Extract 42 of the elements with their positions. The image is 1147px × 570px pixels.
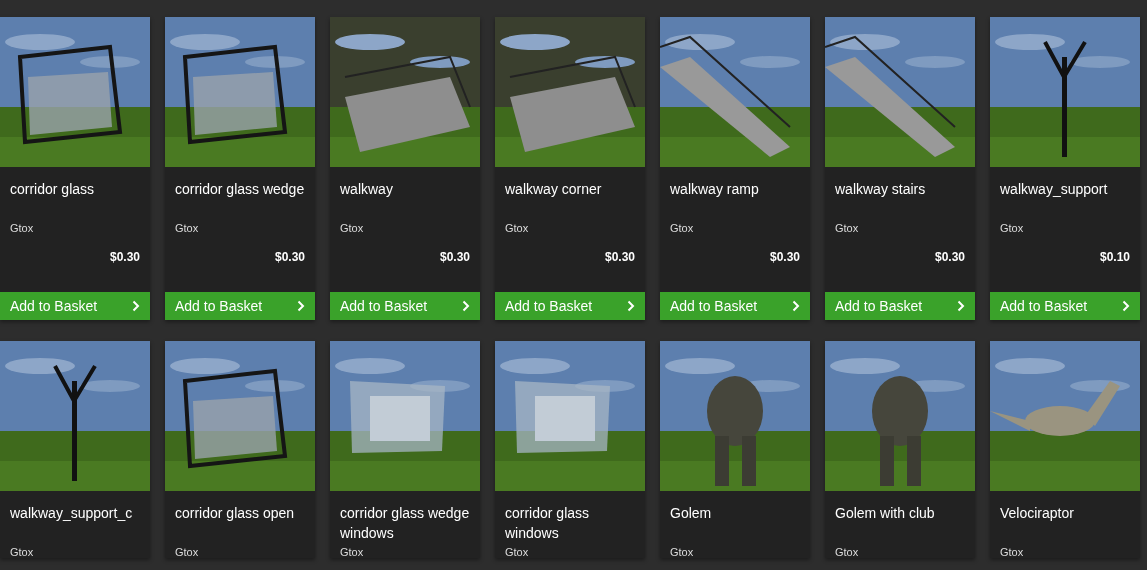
product-name[interactable]: Golem <box>670 503 800 543</box>
author-name: Gtox <box>10 546 35 558</box>
product-name[interactable]: walkway <box>340 179 470 219</box>
author-name: Gtox <box>175 546 200 558</box>
author-name: Gtox <box>1000 222 1025 234</box>
chevron-right-icon <box>1122 300 1130 312</box>
author-name: Gtox <box>340 546 365 558</box>
price: $0.30 <box>933 250 965 264</box>
product-name[interactable]: walkway_support_c <box>10 503 140 543</box>
price: $0.30 <box>273 250 305 264</box>
chevron-right-icon <box>957 300 965 312</box>
price: $0.30 <box>603 250 635 264</box>
product-name[interactable]: Golem with club <box>835 503 965 543</box>
price: $0.30 <box>438 250 470 264</box>
product-name[interactable]: walkway ramp <box>670 179 800 219</box>
author-name: Gtox <box>340 222 365 234</box>
product-name[interactable]: walkway_support <box>1000 179 1130 219</box>
author-name: Gtox <box>670 222 695 234</box>
product-name[interactable]: corridor glass wedge windows <box>340 503 470 543</box>
product-name[interactable]: corridor glass <box>10 179 140 219</box>
product-name[interactable]: Velociraptor <box>1000 503 1130 543</box>
price: $0.10 <box>1098 250 1130 264</box>
chevron-right-icon <box>462 300 470 312</box>
author-name: Gtox <box>835 222 860 234</box>
product-name[interactable]: walkway corner <box>505 179 635 219</box>
author-name: Gtox <box>1000 546 1025 558</box>
product-name[interactable]: walkway stairs <box>835 179 965 219</box>
product-name[interactable]: corridor glass wedge <box>175 179 305 219</box>
author-name: Gtox <box>10 222 35 234</box>
author-name: Gtox <box>505 546 530 558</box>
price: $0.30 <box>108 250 140 264</box>
product-name[interactable]: corridor glass open <box>175 503 305 543</box>
author-name: Gtox <box>670 546 695 558</box>
price: $0.30 <box>768 250 800 264</box>
chevron-right-icon <box>297 300 305 312</box>
author-name: Gtox <box>505 222 530 234</box>
chevron-right-icon <box>627 300 635 312</box>
chevron-right-icon <box>132 300 140 312</box>
product-name[interactable]: corridor glass windows <box>505 503 635 543</box>
author-name: Gtox <box>835 546 860 558</box>
chevron-right-icon <box>792 300 800 312</box>
author-name: Gtox <box>175 222 200 234</box>
